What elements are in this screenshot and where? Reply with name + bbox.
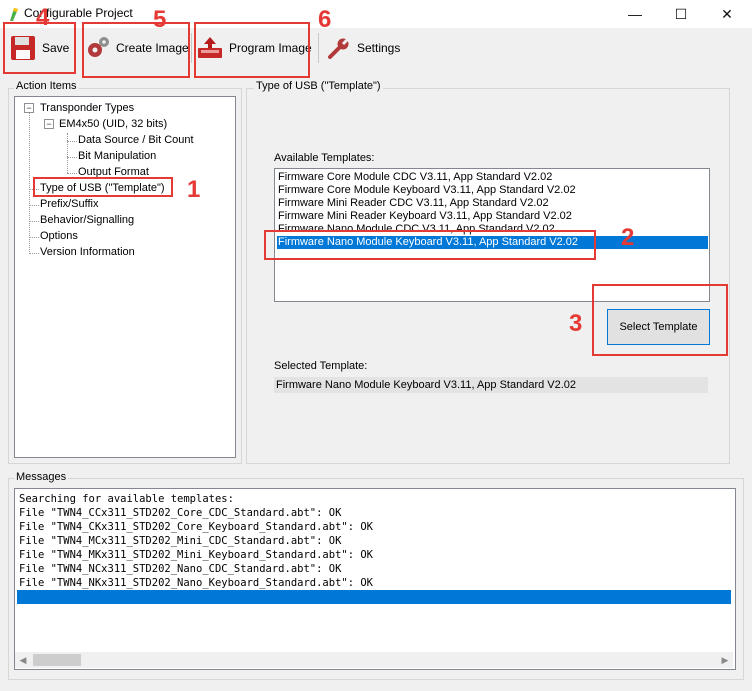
minimize-icon: —	[628, 6, 642, 22]
tree-item-em4x50[interactable]: EM4x50 (UID, 32 bits)	[59, 117, 167, 131]
list-item[interactable]: Firmware Mini Reader CDC V3.11, App Stan…	[277, 197, 708, 210]
tree-line	[67, 173, 77, 174]
selected-template-field: Firmware Nano Module Keyboard V3.11, App…	[274, 377, 708, 393]
tree-line	[67, 157, 77, 158]
message-line: File "TWN4_CCx311_STD202_Core_CDC_Standa…	[19, 507, 342, 519]
message-line: File "TWN4_MCx311_STD202_Mini_CDC_Standa…	[19, 535, 342, 547]
list-item[interactable]: Firmware Core Module CDC V3.11, App Stan…	[277, 171, 708, 184]
close-button[interactable]: ✕	[704, 0, 750, 28]
tree-item-options[interactable]: Options	[40, 229, 78, 243]
messages-list[interactable]: Searching for available templates: File …	[14, 488, 736, 670]
annotation-number-3: 3	[569, 310, 583, 337]
close-icon: ✕	[721, 5, 733, 22]
tree-line	[29, 253, 39, 254]
tree-item-prefix-suffix[interactable]: Prefix/Suffix	[40, 197, 99, 211]
message-line-selected[interactable]	[17, 590, 731, 604]
list-item[interactable]: Firmware Mini Reader Keyboard V3.11, App…	[277, 210, 708, 223]
app-icon	[10, 8, 18, 21]
settings-label: Settings	[357, 41, 401, 55]
tree-item-data-source[interactable]: Data Source / Bit Count	[78, 133, 194, 147]
message-line: Searching for available templates:	[19, 493, 234, 505]
horizontal-scrollbar[interactable]: ◀ ▶	[15, 652, 733, 668]
annotation-box-6	[194, 22, 310, 78]
scroll-left-icon[interactable]: ◀	[15, 652, 31, 668]
tree-item-behavior[interactable]: Behavior/Signalling	[40, 213, 134, 227]
selected-template-label: Selected Template:	[274, 360, 368, 372]
collapse-icon[interactable]: −	[24, 103, 34, 113]
collapse-icon[interactable]: −	[44, 119, 54, 129]
toolbar-separator	[191, 33, 192, 63]
messages-label: Messages	[14, 471, 69, 483]
settings-button[interactable]: Settings	[327, 28, 400, 68]
action-tree[interactable]: − Transponder Types − EM4x50 (UID, 32 bi…	[14, 96, 236, 458]
tree-line	[67, 133, 68, 173]
wrench-icon	[328, 37, 350, 59]
tree-line	[29, 237, 39, 238]
annotation-number-5: 5	[153, 6, 167, 33]
annotation-box-1	[33, 177, 173, 197]
message-line: File "TWN4_MKx311_STD202_Mini_Keyboard_S…	[19, 549, 374, 561]
tree-item-transponder-types[interactable]: Transponder Types	[40, 101, 134, 115]
annotation-box-5	[82, 22, 190, 78]
annotation-number-4: 4	[36, 4, 50, 31]
annotation-box-2	[264, 230, 596, 260]
usb-template-label: Type of USB ("Template")	[254, 80, 383, 92]
message-line: File "TWN4_NCx311_STD202_Nano_CDC_Standa…	[19, 563, 342, 575]
maximize-button[interactable]: ☐	[658, 0, 704, 28]
list-item[interactable]: Firmware Core Module Keyboard V3.11, App…	[277, 184, 708, 197]
scroll-thumb[interactable]	[33, 654, 81, 666]
toolbar-separator	[318, 33, 319, 63]
annotation-number-6: 6	[318, 6, 332, 33]
annotation-number-1: 1	[187, 176, 201, 203]
annotation-box-3	[592, 284, 728, 356]
action-items-label: Action Items	[14, 80, 79, 92]
tree-line	[67, 141, 77, 142]
tree-line	[29, 107, 30, 252]
message-line: File "TWN4_NKx311_STD202_Nano_Keyboard_S…	[19, 577, 374, 589]
message-line: File "TWN4_CKx311_STD202_Core_Keyboard_S…	[19, 521, 374, 533]
tree-line	[29, 221, 39, 222]
tree-line	[29, 205, 39, 206]
available-templates-label: Available Templates:	[274, 152, 375, 164]
scroll-right-icon[interactable]: ▶	[717, 652, 733, 668]
tree-item-version[interactable]: Version Information	[40, 245, 135, 259]
maximize-icon: ☐	[674, 5, 688, 22]
annotation-number-2: 2	[621, 224, 635, 251]
tree-item-bit-manipulation[interactable]: Bit Manipulation	[78, 149, 156, 163]
minimize-button[interactable]: —	[612, 0, 658, 28]
